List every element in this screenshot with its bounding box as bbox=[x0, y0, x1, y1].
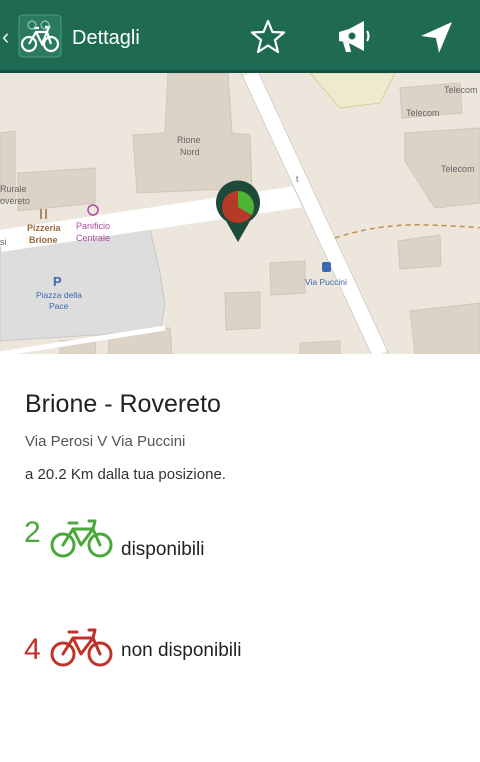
map-label-centrale: Centrale bbox=[76, 233, 110, 243]
map-label-piazza: Piazza della bbox=[36, 290, 82, 300]
map-label-edge-si: si bbox=[0, 237, 7, 247]
available-count: 2 bbox=[24, 516, 41, 549]
map-label-nord: Nord bbox=[180, 147, 200, 157]
map-label-telecom-1: Telecom bbox=[444, 85, 478, 95]
map-label-pizzeria: Pizzeria bbox=[27, 223, 62, 233]
star-icon bbox=[250, 19, 286, 54]
navigate-button[interactable] bbox=[417, 17, 457, 57]
report-button[interactable] bbox=[332, 17, 372, 57]
map-label-rurale: Rurale bbox=[0, 184, 27, 194]
available-label: disponibili bbox=[121, 539, 205, 560]
parking-icon: P bbox=[53, 274, 62, 289]
map-label-rovereto: overeto bbox=[0, 196, 30, 206]
top-app-bar: ‹ Dettagli bbox=[0, 0, 480, 73]
unavailable-count: 4 bbox=[24, 633, 41, 666]
map-label-rione: Rione bbox=[177, 135, 201, 145]
back-chevron-icon[interactable]: ‹ bbox=[2, 26, 9, 48]
station-map[interactable]: Rione Nord Telecom Telecom Telecom Rural… bbox=[0, 73, 480, 354]
megaphone-icon bbox=[339, 21, 370, 52]
favorite-button[interactable] bbox=[248, 17, 288, 57]
map-label-telecom-3: Telecom bbox=[441, 164, 475, 174]
navigate-icon bbox=[421, 22, 452, 53]
bus-stop-icon bbox=[322, 262, 331, 272]
map-label-panificio: Panificio bbox=[76, 221, 110, 231]
page-title: Dettagli bbox=[72, 27, 140, 49]
map-label-pizzeria-brione: Brione bbox=[29, 235, 58, 245]
map-label-telecom-2: Telecom bbox=[406, 108, 440, 118]
map-label-pace: Pace bbox=[49, 301, 69, 311]
map-label-bus-stop: Via Puccini bbox=[305, 277, 347, 287]
bike-unavailable-icon bbox=[50, 625, 114, 669]
station-address: Via Perosi V Via Puccini bbox=[25, 433, 186, 450]
station-name: Brione - Rovereto bbox=[25, 390, 221, 418]
bike-app-icon[interactable] bbox=[18, 14, 62, 58]
station-distance: a 20.2 Km dalla tua posizione. bbox=[25, 466, 226, 483]
unavailable-label: non disponibili bbox=[121, 640, 242, 661]
bike-available-icon bbox=[50, 516, 114, 560]
